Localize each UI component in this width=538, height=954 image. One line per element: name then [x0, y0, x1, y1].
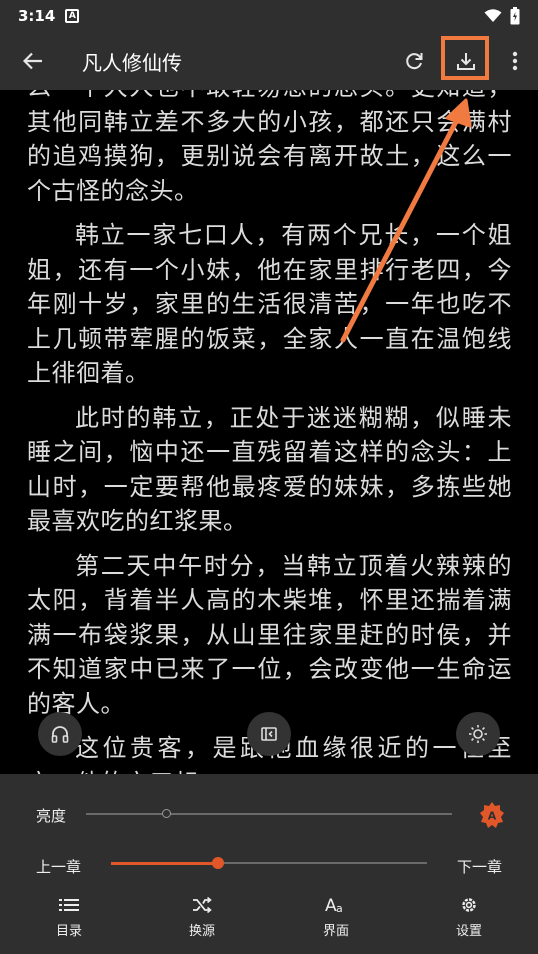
auto-brightness-icon[interactable]: A: [478, 801, 506, 829]
brightness-slider[interactable]: [86, 813, 452, 815]
reading-content[interactable]: 么一个大人也不敢轻易想的念头。更知道，其他同韩立差不多大的小孩，都还只会满村的追…: [0, 90, 538, 774]
status-icons: [484, 7, 520, 25]
notification-icon: A: [65, 9, 80, 23]
menu-label: 设置: [455, 924, 482, 939]
menu-item-interface[interactable]: Aa 界面: [306, 892, 366, 939]
chapter-progress-fill: [111, 861, 219, 865]
auto-brightness-letter: A: [488, 810, 497, 823]
sun-icon: [469, 725, 487, 743]
more-button[interactable]: [492, 32, 538, 90]
paragraph: 此时的韩立，正处于迷迷糊糊，似睡未睡之间，恼中还一直残留着这样的念头：上山时，一…: [27, 403, 512, 536]
bottom-menu: 目录 换源 Aa 界面 设置: [0, 892, 538, 948]
prev-chapter-button[interactable]: 上一章: [36, 856, 81, 877]
font-icon: Aa: [325, 896, 343, 915]
auto-page-icon: [261, 727, 277, 741]
headphones-icon: [51, 726, 69, 743]
menu-item-settings[interactable]: 设置: [439, 892, 499, 939]
refresh-button[interactable]: [392, 32, 436, 90]
paragraph: 第二天中午时分，当韩立顶着火辣辣的太阳，背着半人高的木柴堆，怀里还揣着满满一布袋…: [27, 551, 512, 718]
battery-icon: [510, 7, 520, 25]
status-bar: 3:14 A: [0, 0, 538, 32]
menu-label: 换源: [188, 924, 215, 939]
bottom-control-panel: 亮度 A 上一章 下一章 目录 换源 Aa 界面 设置: [0, 774, 538, 954]
svg-text:a: a: [336, 902, 343, 915]
list-icon: [59, 899, 79, 911]
brightness-slider-thumb[interactable]: [162, 809, 172, 818]
menu-label: 目录: [55, 924, 82, 939]
menu-item-catalog[interactable]: 目录: [39, 892, 99, 939]
more-vert-icon: [512, 51, 518, 71]
shuffle-icon: [193, 897, 212, 913]
paragraph: 韩立一家七口人，有两个兄长，一个姐姐，还有一个小妹，他在家里排行老四，今年刚十岁…: [27, 221, 512, 387]
read-aloud-button[interactable]: [38, 712, 82, 756]
back-button[interactable]: [0, 32, 66, 90]
arrow-left-icon: [23, 52, 42, 70]
gear-icon: [462, 898, 476, 912]
chapter-progress-thumb[interactable]: [212, 857, 225, 869]
refresh-icon: [406, 53, 423, 70]
next-chapter-button[interactable]: 下一章: [457, 856, 502, 877]
paragraph: 么一个大人也不敢轻易想的念头。更知道，其他同韩立差不多大的小孩，都还只会满村的追…: [27, 90, 512, 205]
download-highlight-box: [441, 36, 489, 80]
brightness-label: 亮度: [36, 807, 67, 825]
wifi-icon: [484, 9, 502, 22]
auto-page-button[interactable]: [247, 712, 291, 756]
status-time: 3:14: [18, 7, 56, 25]
menu-item-change-source[interactable]: 换源: [172, 892, 232, 939]
menu-label: 界面: [322, 924, 349, 939]
theme-toggle-button[interactable]: [456, 712, 500, 756]
book-title: 凡人修仙传: [82, 50, 182, 75]
